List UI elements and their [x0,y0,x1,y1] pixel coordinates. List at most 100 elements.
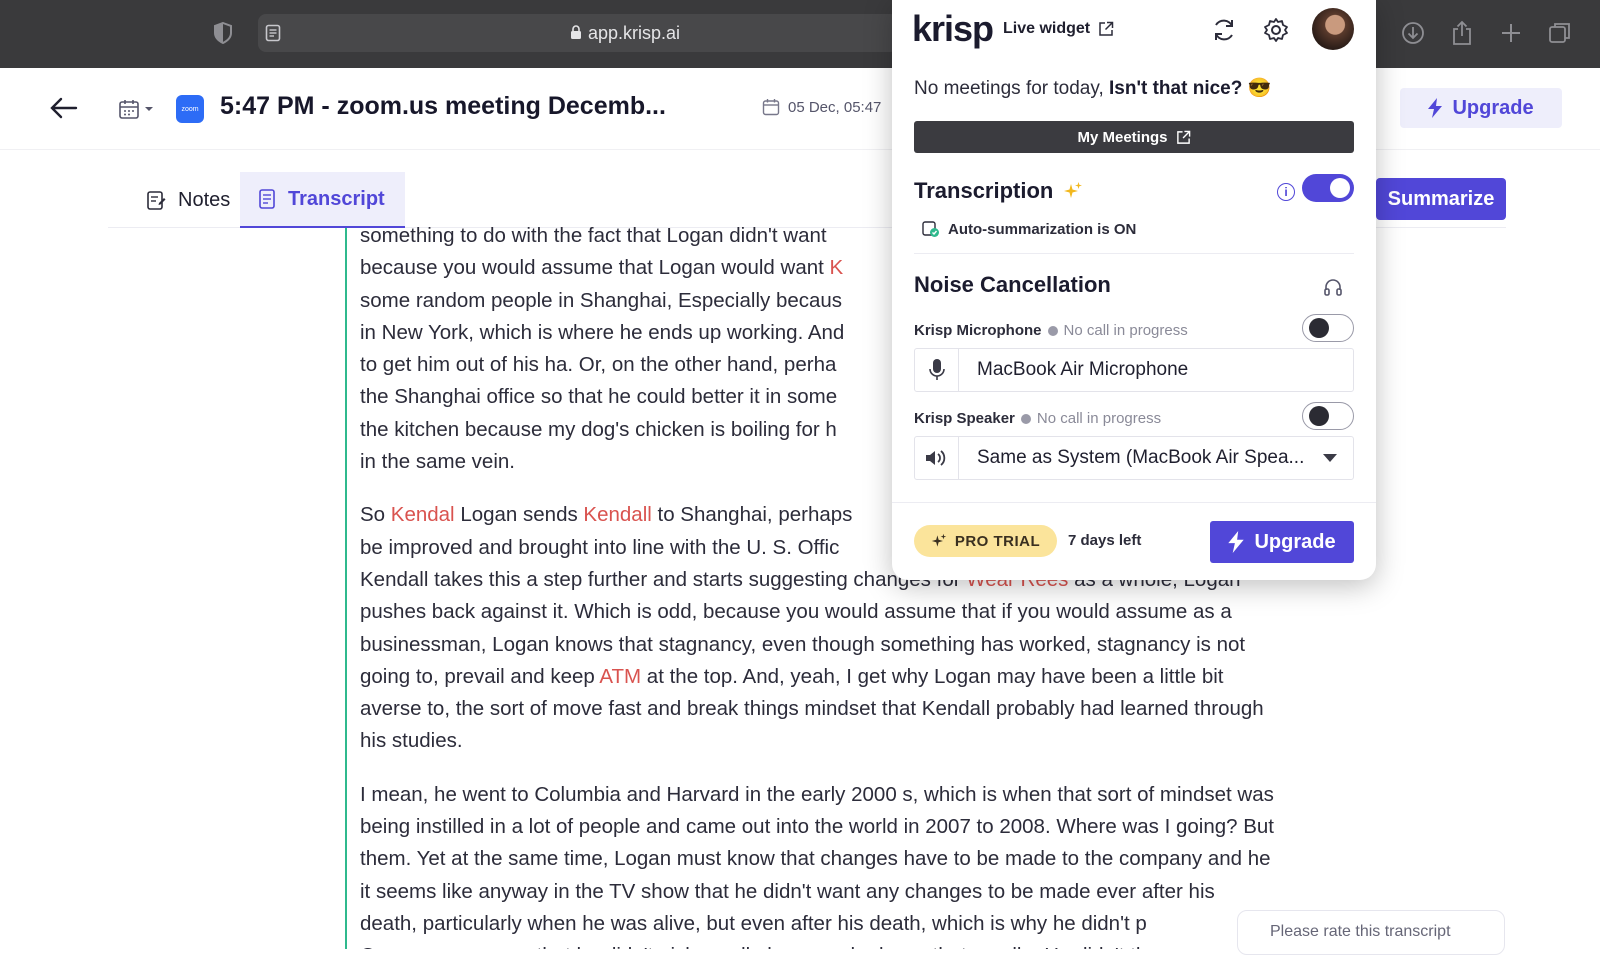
transcript-text: averse to, the sort of move fast and bre… [360,697,1264,721]
krisp-microphone-toggle[interactable] [1302,314,1354,342]
dropdown-caret-icon [1323,454,1337,462]
krisp-speaker-toggle[interactable] [1302,402,1354,430]
krisp-footer: PRO TRIAL 7 days left Upgrade [892,502,1376,580]
chevron-down-icon [145,107,153,111]
speaker-device-name: Same as System (MacBook Air Spea... [977,447,1305,468]
sunglasses-emoji: 😎 [1247,78,1272,99]
meeting-date-text: 05 Dec, 05:47 [788,98,882,116]
speaker-icon [915,437,959,479]
krisp-logo: krisp [912,8,994,49]
summarize-button[interactable]: Summarize [1376,178,1506,220]
transcription-section-title: Transcription [914,178,1083,204]
krisp-speaker-label: Krisp Speaker [914,410,1015,427]
tab-transcript-label: Transcript [288,187,385,210]
transcript-text: to Shanghai, perhaps [651,503,853,527]
transcript-text: So [360,503,391,527]
new-tab-icon[interactable] [1496,18,1526,48]
transcript-text: to get him out of his ha. Or, on the oth… [360,353,837,377]
transcription-title: Transcription [914,178,1054,203]
my-meetings-label: My Meetings [1077,128,1168,146]
no-meetings-text: No meetings for today, [914,78,1110,99]
transcript-text: going to, prevail and keep [360,664,600,688]
user-avatar[interactable] [1312,8,1354,50]
calendar-small-icon [762,99,780,116]
live-widget-label: Live widget [1003,20,1091,37]
external-link-icon [1099,21,1114,36]
transcript-text: something to do with the fact that Logan… [360,224,827,247]
transcript-text: death, particularly when he was alive, b… [360,911,1147,935]
tabs-overview-icon[interactable] [1545,18,1575,48]
calendar-dropdown[interactable] [118,96,158,122]
microphone-device-select[interactable]: MacBook Air Microphone [914,348,1354,392]
speaker-status: No call in progress [1036,410,1162,427]
status-dot [1020,413,1031,424]
transcript-text: at the top. And, yeah, I get why Logan m… [641,664,1224,688]
upgrade-button[interactable]: Upgrade [1210,521,1354,563]
share-icon[interactable] [1447,18,1477,48]
upgrade-label: Upgrade [1452,96,1534,119]
highlighted-term[interactable]: Kendal [391,503,455,526]
tab-notes[interactable]: Notes [128,172,248,228]
transcript-speaker-rule [345,228,347,949]
microphone-device-name: MacBook Air Microphone [977,359,1189,380]
krisp-microphone-row: Krisp Microphone No call in progress [914,322,1188,339]
krisp-microphone-label: Krisp Microphone [914,322,1042,339]
sparkle-icon [1064,182,1083,198]
shield-icon[interactable] [208,18,238,48]
auto-summary-icon [922,221,939,237]
section-divider [914,253,1354,254]
highlighted-term[interactable]: Kendall [583,503,651,526]
transcript-text: pushes back against it. Which is odd, be… [360,600,1232,624]
meeting-title[interactable]: 5:47 PM - zoom.us meeting Decemb... [220,92,666,121]
transcript-text: Or we can assume that he didn't pick can… [360,944,1147,949]
refresh-icon[interactable] [1210,16,1238,44]
live-widget-link[interactable]: Live widget [1003,20,1114,38]
noise-cancellation-title: Noise Cancellation [914,272,1111,297]
transcript-text: some random people in Shanghai, Especial… [360,288,843,312]
reader-icon[interactable] [258,18,288,48]
krisp-speaker-row: Krisp Speaker No call in progress [914,410,1161,427]
auto-summarization-label: Auto-summarization is ON [948,220,1137,238]
back-arrow-icon[interactable] [48,94,80,122]
toggle-knob [1330,178,1350,198]
my-meetings-button[interactable]: My Meetings [914,121,1354,153]
transcript-text: it seems like anyway in the TV show that… [360,879,1215,903]
info-icon[interactable]: i [1277,183,1295,201]
gear-icon[interactable] [1262,16,1290,44]
lightning-icon [1428,98,1443,118]
transcript-text: I mean, he went to Columbia and Harvard … [360,782,1274,806]
transcription-toggle[interactable] [1302,174,1354,202]
microphone-status: No call in progress [1063,322,1188,339]
transcript-text: them. Yet at the same time, Logan must k… [360,847,1271,871]
zoom-logo-icon: zoom [176,95,204,123]
external-link-icon [1176,130,1190,144]
trial-days-left: 7 days left [1068,532,1142,549]
transcript-text: businessman, Logan knows that stagnancy,… [360,632,1246,656]
headset-icon [1324,279,1342,296]
transcript-text: his studies. [360,729,463,753]
rate-transcript-prompt[interactable]: Please rate this transcript [1237,910,1505,955]
highlighted-term[interactable]: ATM [599,665,641,688]
transcript-text: in the same vein. [360,450,515,474]
pro-trial-badge: PRO TRIAL [914,525,1057,557]
krisp-widget-popup: krisp Live widget No meetings for today,… [892,0,1376,580]
speaker-device-select[interactable]: Same as System (MacBook Air Spea... [914,436,1354,480]
upgrade-button-header[interactable]: Upgrade [1400,88,1562,128]
transcript-text: Logan sends [454,503,584,527]
toggle-knob [1309,406,1329,426]
meeting-date: 05 Dec, 05:47 [762,98,881,116]
transcript-text: because you would assume that Logan woul… [360,256,830,280]
address-url: app.krisp.ai [588,23,681,43]
microphone-icon [915,349,959,391]
upgrade-label: Upgrade [1254,530,1336,553]
transcript-text: Kendall takes this a step further and st… [360,567,967,591]
status-dot [1047,325,1058,336]
highlighted-term[interactable]: K [830,256,844,279]
no-meetings-emphasis: Isn't that nice? [1109,78,1243,99]
auto-summarization-status: Auto-summarization is ON [922,220,1136,238]
pro-trial-label: PRO TRIAL [954,532,1041,550]
transcript-text: the Shanghai office so that he could bet… [360,385,838,409]
toggle-knob [1309,318,1329,338]
download-icon[interactable] [1398,18,1428,48]
address-bar[interactable]: app.krisp.ai [258,14,898,52]
